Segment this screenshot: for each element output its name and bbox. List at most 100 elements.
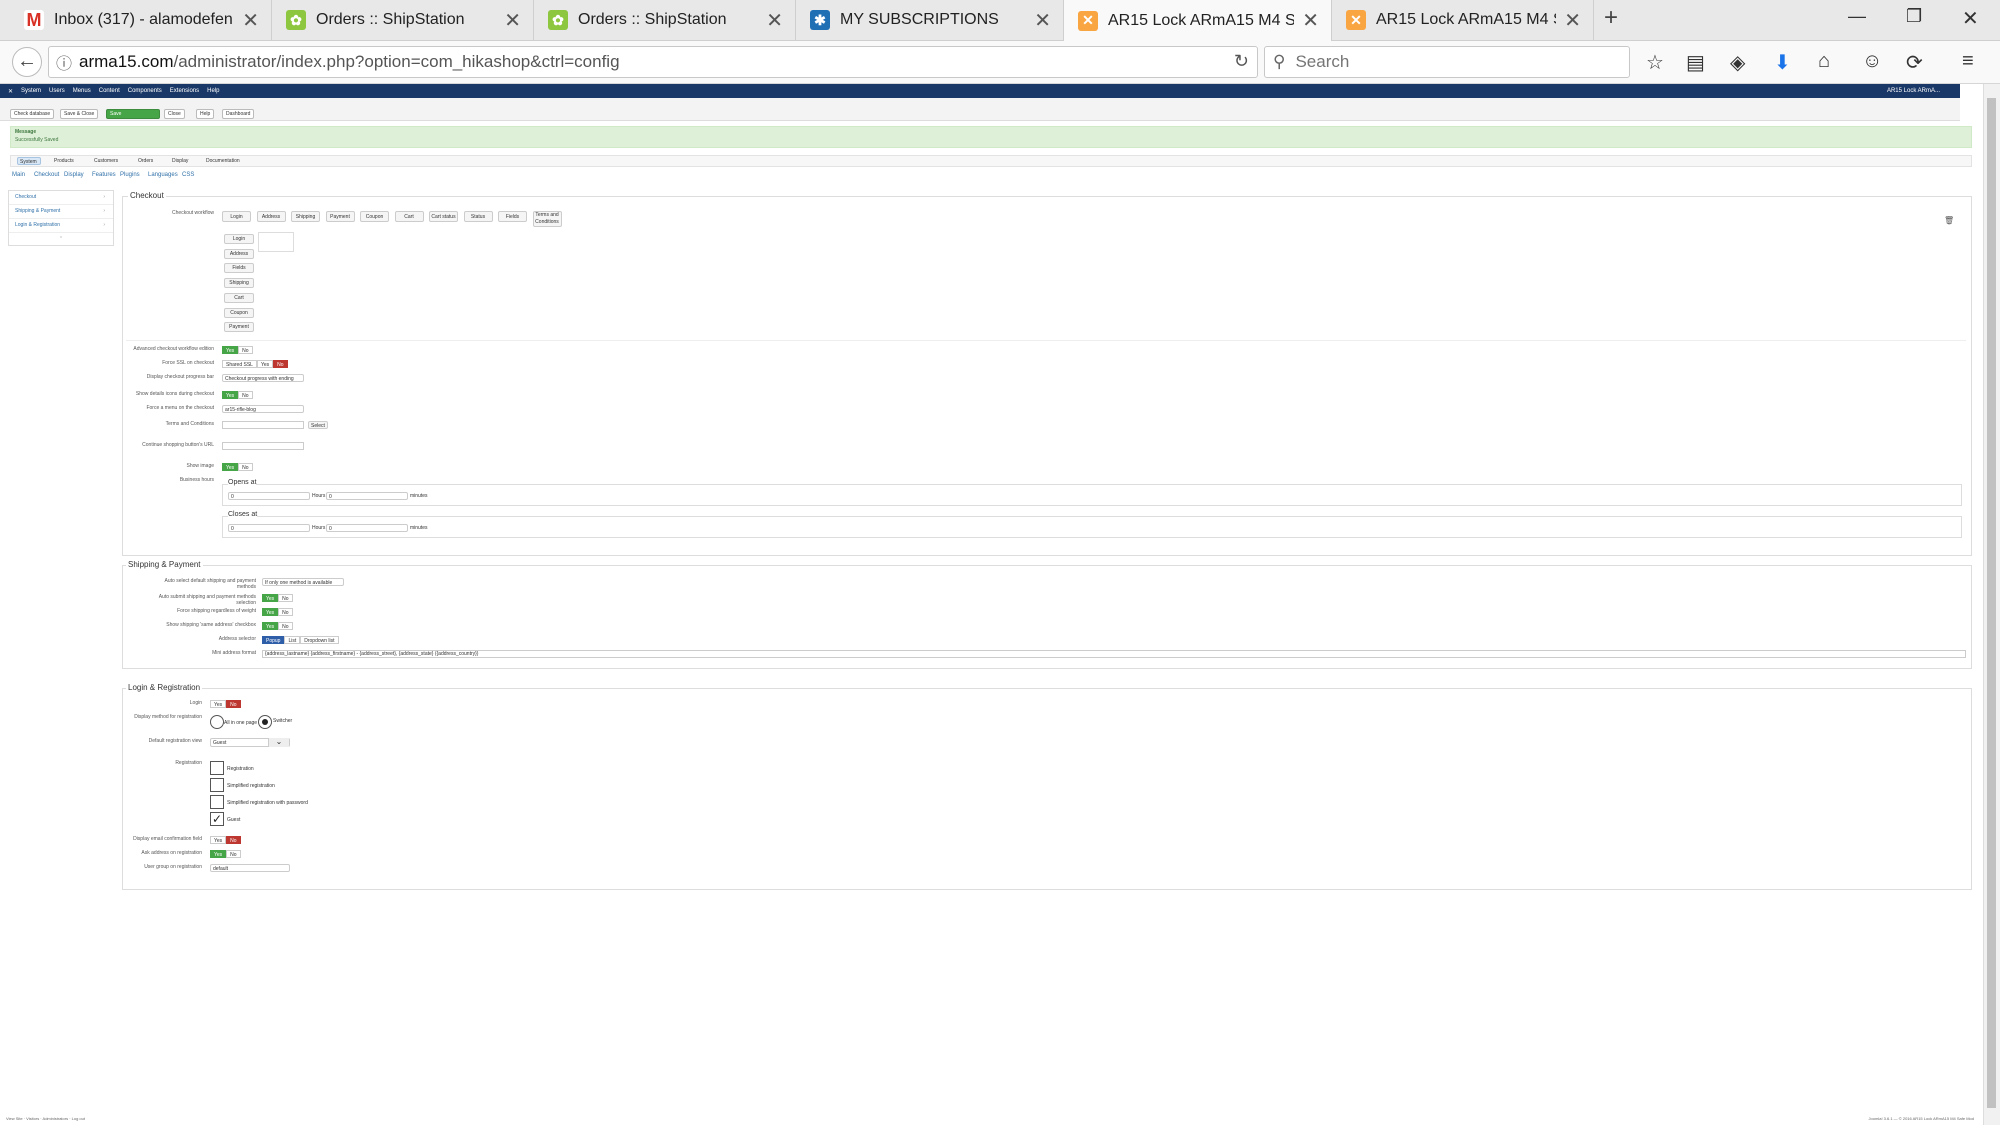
browser-tab-arma15-active[interactable]: ✕ AR15 Lock ARmA15 M4 S… ✕	[1064, 0, 1332, 41]
yes-option[interactable]: Yes	[256, 360, 274, 368]
workflow-stack-button[interactable]: Cart	[224, 292, 254, 303]
workflow-step-button[interactable]: Terms and Conditions	[532, 211, 562, 227]
all-in-one-radio[interactable]	[210, 715, 224, 729]
opens-minutes-select[interactable]: 0	[326, 492, 408, 500]
workflow-step-button[interactable]: Cart status	[429, 211, 458, 222]
list-option[interactable]: List	[284, 636, 301, 644]
menu-menus[interactable]: Menus	[73, 88, 91, 94]
close-tab-icon[interactable]: ✕	[1302, 8, 1319, 33]
close-tab-icon[interactable]: ✕	[766, 8, 783, 33]
yes-option[interactable]: Yes	[262, 594, 279, 602]
yes-option[interactable]: Yes	[210, 700, 227, 708]
hika-menu-system[interactable]: System	[17, 157, 41, 165]
browser-tab-subscriptions[interactable]: ✱ MY SUBSCRIPTIONS ✕	[796, 0, 1064, 40]
hika-menu-display[interactable]: Display	[169, 157, 191, 165]
sidenav-login-registration[interactable]: Login & Registration ›	[9, 219, 113, 233]
workflow-stack-button[interactable]: Address	[224, 248, 254, 259]
hika-menu-products[interactable]: Products	[51, 157, 77, 165]
footer-links[interactable]: View Site · Visitors · Administrators · …	[6, 1116, 85, 1121]
opens-hours-select[interactable]: 0	[228, 492, 310, 500]
advanced-workflow-toggle[interactable]: Yes No	[222, 346, 253, 354]
save-button[interactable]: Save	[106, 109, 160, 119]
close-button[interactable]: Close	[164, 109, 185, 119]
workflow-step-button[interactable]: Login	[222, 211, 251, 222]
save-close-button[interactable]: Save & Close	[60, 109, 99, 119]
auto-select-select[interactable]: If only one method is available	[262, 578, 344, 586]
login-toggle[interactable]: Yes No	[210, 700, 241, 708]
menu-system[interactable]: System	[21, 88, 41, 94]
tab-main[interactable]: Main	[12, 172, 25, 178]
dashboard-button[interactable]: Dashboard	[222, 109, 255, 119]
tab-plugins[interactable]: Plugins	[120, 172, 140, 178]
no-option[interactable]: No	[238, 346, 253, 354]
dropdown-option[interactable]: Dropdown list	[300, 636, 339, 644]
hika-menu-documentation[interactable]: Documentation	[203, 157, 243, 165]
email-confirm-toggle[interactable]: Yes No	[210, 836, 241, 844]
workflow-stack-button[interactable]: Payment	[224, 322, 254, 333]
window-close-icon[interactable]: ✕	[1962, 6, 1979, 31]
site-link[interactable]: AR15 Lock ARmA...	[1887, 88, 1940, 94]
tab-checkout[interactable]: Checkout	[34, 172, 59, 178]
shared-ssl-option[interactable]: Shared SSL	[222, 360, 257, 368]
close-tab-icon[interactable]: ✕	[1034, 8, 1051, 33]
new-tab-icon[interactable]: +	[1604, 4, 1618, 32]
no-option[interactable]: No	[278, 608, 293, 616]
terms-input[interactable]	[222, 421, 304, 429]
yes-option[interactable]: Yes	[210, 836, 227, 844]
workflow-step-button[interactable]: Cart	[394, 211, 424, 222]
no-option[interactable]: No	[238, 463, 253, 471]
no-option[interactable]: No	[278, 594, 293, 602]
close-tab-icon[interactable]: ✕	[504, 8, 521, 33]
registration-checkbox[interactable]	[210, 761, 224, 775]
back-icon[interactable]: ←	[12, 47, 42, 77]
closes-hours-select[interactable]: 0	[228, 524, 310, 532]
workflow-dropzone[interactable]	[258, 232, 294, 252]
reload-icon[interactable]: ↻	[1234, 51, 1249, 72]
mini-format-input[interactable]: {address_lastname} {address_firstname} -…	[262, 650, 1966, 658]
search-box[interactable]: ⚲	[1264, 46, 1630, 78]
browser-tab-shipstation-2[interactable]: ✿ Orders :: ShipStation ✕	[534, 0, 796, 40]
tab-features[interactable]: Features	[92, 172, 116, 178]
show-image-toggle[interactable]: Yes No	[222, 463, 253, 471]
browser-tab-arma15[interactable]: ✕ AR15 Lock ARmA15 M4 S… ✕	[1332, 0, 1594, 40]
workflow-step-button[interactable]: Fields	[498, 211, 527, 222]
restore-icon[interactable]: ❐	[1906, 6, 1922, 27]
workflow-step-button[interactable]: Shipping	[291, 211, 320, 222]
yes-option[interactable]: Yes	[222, 346, 239, 354]
workflow-stack-button[interactable]: Login	[224, 234, 254, 244]
tab-css[interactable]: CSS	[182, 172, 194, 178]
workflow-stack-button[interactable]: Coupon	[224, 307, 254, 318]
browser-tab-gmail[interactable]: M Inbox (317) - alamodefen… ✕	[10, 0, 272, 40]
force-menu-select[interactable]: ar15-rifle-blog	[222, 405, 304, 413]
show-details-toggle[interactable]: Yes No	[222, 391, 253, 399]
guest-checkbox[interactable]: ✓	[210, 812, 224, 826]
no-option[interactable]: No	[226, 850, 241, 858]
close-tab-icon[interactable]: ✕	[242, 8, 259, 33]
workflow-step-button[interactable]: Coupon	[360, 211, 389, 222]
force-ssl-toggle[interactable]: Shared SSL Yes No	[222, 360, 288, 368]
hika-menu-orders[interactable]: Orders	[135, 157, 156, 165]
workflow-step-button[interactable]: Payment	[325, 211, 355, 222]
pocket-icon[interactable]: ◈	[1730, 50, 1745, 75]
simplified-password-checkbox[interactable]	[210, 795, 224, 809]
workflow-step-button[interactable]: Address	[256, 211, 286, 222]
yes-option[interactable]: Yes	[262, 608, 279, 616]
simplified-checkbox[interactable]	[210, 778, 224, 792]
workflow-step-button[interactable]: Status	[463, 211, 493, 222]
user-group-select[interactable]: default	[210, 864, 290, 872]
terms-select-button[interactable]: Select	[308, 421, 328, 429]
ask-address-toggle[interactable]: Yes No	[210, 850, 241, 858]
yes-option[interactable]: Yes	[222, 391, 239, 399]
menu-users[interactable]: Users	[49, 88, 65, 94]
menu-help[interactable]: Help	[207, 88, 219, 94]
close-tab-icon[interactable]: ✕	[1564, 8, 1581, 33]
menu-components[interactable]: Components	[128, 88, 162, 94]
no-option[interactable]: No	[273, 360, 288, 368]
reading-list-icon[interactable]: ▤	[1686, 50, 1705, 75]
no-option[interactable]: No	[238, 391, 253, 399]
chevron-up-icon[interactable]: ⌃	[9, 233, 113, 245]
sidenav-shipping-payment[interactable]: Shipping & Payment ›	[9, 205, 113, 219]
closes-minutes-select[interactable]: 0	[326, 524, 408, 532]
progress-bar-select[interactable]: Checkout progress with ending	[222, 374, 304, 382]
default-view-select[interactable]: Guest ⌄	[210, 738, 290, 747]
